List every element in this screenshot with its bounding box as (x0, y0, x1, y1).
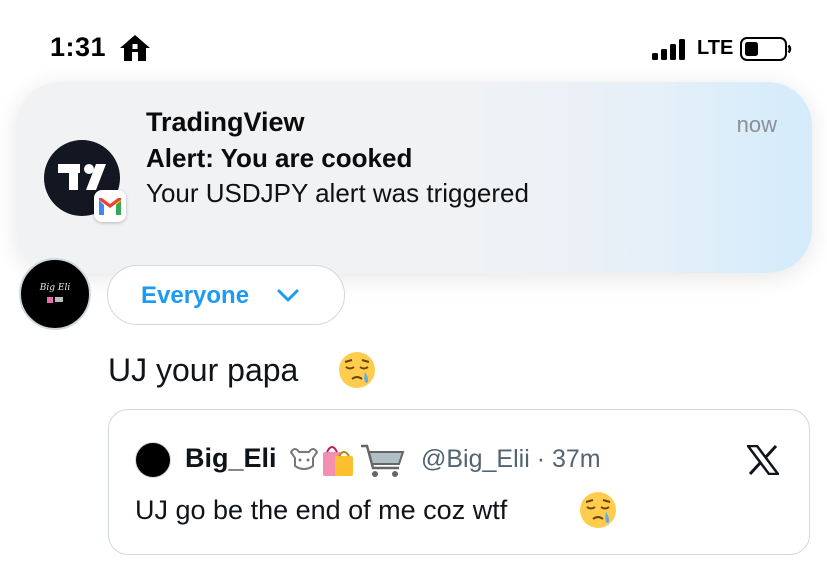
status-time: 1:31 (50, 32, 107, 62)
name-emojis (289, 444, 405, 477)
avatar[interactable]: Big Eli (19, 258, 91, 330)
x-logo-icon (747, 445, 779, 475)
network-label: LTE (697, 37, 734, 59)
notification-body: Your USDJPY alert was triggered (146, 178, 529, 208)
notification-banner[interactable]: TradingView now Alert: You are cooked Yo… (16, 82, 812, 273)
audience-label: Everyone (141, 282, 250, 309)
home-icon (120, 35, 150, 61)
quote-author-name[interactable]: Big_Eli (185, 443, 277, 474)
sleepy-face-icon (580, 492, 616, 528)
status-bar: 1:31 LTE (0, 0, 827, 80)
quote-avatar[interactable] (135, 442, 171, 478)
gmail-icon (94, 190, 126, 222)
notification-time: now (736, 112, 777, 137)
quote-text: UJ go be the end of me coz wtf (135, 495, 508, 525)
signal-icon (652, 39, 685, 60)
audience-selector[interactable]: Everyone (107, 265, 345, 325)
post-text[interactable]: UJ your papa (108, 352, 298, 389)
notification-app-name: TradingView (146, 107, 305, 137)
quote-handle-time[interactable]: @Big_Elii · 37m (421, 445, 601, 474)
shopping-cart-icon (361, 444, 405, 477)
battery-icon (740, 37, 792, 61)
quoted-tweet-card[interactable]: Big_Eli @Big_Elii · 37m UJ go be the end… (108, 409, 810, 555)
avatar-text: Big Eli (39, 283, 71, 293)
notification-title: Alert: You are cooked (146, 143, 413, 173)
bull-icon (289, 448, 319, 470)
chevron-down-icon (277, 289, 299, 302)
shopping-bags-icon (323, 446, 353, 476)
sleepy-face-icon (339, 352, 375, 388)
